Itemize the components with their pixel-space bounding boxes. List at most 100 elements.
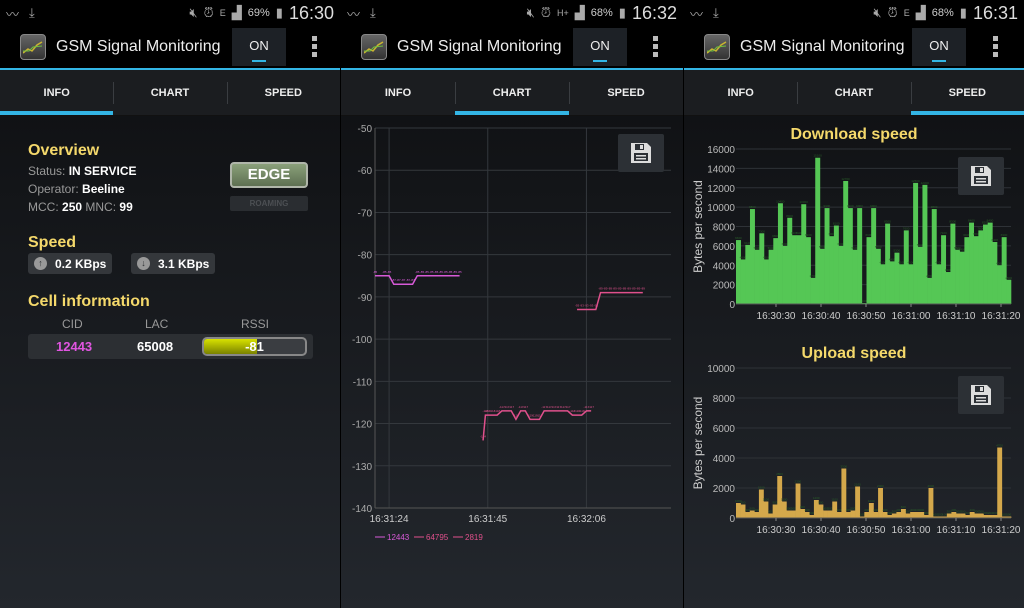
download-bar [801,204,807,304]
x-tick-label: 16:30:30 [757,525,796,536]
x-tick-label: 16:31:20 [982,525,1021,536]
save-chart-button[interactable] [618,134,664,172]
download-bar [1006,279,1012,304]
x-tick-label: 16:30:50 [847,311,886,322]
tab-chart[interactable]: CHART [113,70,226,115]
download-bar [824,208,830,304]
cid-header: CID [62,317,83,331]
tab-speed[interactable]: SPEED [569,70,683,115]
bar-value-label: 200 [992,511,997,515]
download-bar [871,208,877,304]
upload-bar [768,513,773,518]
y-tick-label: 4000 [713,454,736,465]
tab-chart[interactable]: CHART [797,70,910,115]
bar-value-label: 1000 [868,499,875,503]
y-tick-label: 2000 [713,484,736,495]
y-tick-label: -100 [352,335,372,346]
tab-info[interactable]: INFO [684,70,797,115]
download-bar [782,245,788,304]
data-point-label: -124 [480,434,486,438]
overview-title: Overview [28,142,100,159]
upload-bar [914,512,920,518]
x-tick-label: 16:31:24 [370,514,409,525]
download-bar [843,180,849,304]
operator-line: Operator: Beeline [28,182,125,196]
x-tick-label: 16:32:06 [567,514,606,525]
app-icon[interactable] [20,34,46,60]
save-download-chart-button[interactable] [958,157,1004,195]
download-notification-icon: ⤓ [29,5,35,20]
save-upload-chart-button[interactable] [958,376,1004,414]
y-axis-title: Bytes per second [691,397,705,490]
overflow-menu-icon[interactable] [993,36,999,57]
download-bar [959,251,965,304]
tab-chart[interactable]: CHART [455,70,569,115]
tab-speed[interactable]: SPEED [910,70,1024,115]
screen-chart: 〰 ⤓ 🔇︎ ⏰︎ H+ ▟ 68% ▮ 16:32 GSM Signal Mon… [341,0,683,608]
bar-value-label: 2800 [776,472,783,476]
tab-info[interactable]: INFO [341,70,455,115]
data-point-label: -118 [579,409,585,413]
app-title: GSM Signal Monitoring [397,38,562,55]
tab-speed[interactable]: SPEED [226,70,340,115]
download-bar [931,209,937,304]
download-bar [857,208,863,304]
roaming-badge: ROAMING [230,196,308,211]
overflow-menu-icon[interactable] [653,36,659,57]
y-tick-label: 12000 [707,184,735,195]
rssi-header: RSSI [241,317,270,331]
monitoring-toggle[interactable]: ON [912,28,966,66]
save-icon [971,385,991,405]
download-bar [945,272,951,304]
tab-info[interactable]: INFO [0,70,114,115]
status-bar: 〰 ⤓ 🔇︎ ⏰︎ E ▟ 68% ▮ 16:31 [684,0,1024,26]
upload-bar [795,483,801,518]
alarm-icon: ⏰︎ [540,5,551,20]
battery-icon: ▮ [275,5,283,20]
overflow-menu-icon[interactable] [312,36,318,57]
y-tick-label: -60 [358,166,373,177]
monitoring-toggle[interactable]: ON [232,28,286,66]
bar-value-label: 2100 [854,483,861,487]
network-type-icon: E [219,8,226,18]
cell-info-title: Cell information [28,293,150,310]
x-tick-label: 16:30:40 [802,525,841,536]
upload-bar [736,503,741,518]
bar-value-label: 6900 [805,233,812,237]
bar-value-label: 12300 [921,181,930,185]
download-bar [833,225,839,304]
bar-value-label: 2500 [1005,276,1012,280]
y-tick-label: 10000 [707,364,735,375]
status-value: IN SERVICE [68,164,137,178]
app-icon[interactable] [361,34,387,60]
x-tick-label: 16:30:30 [757,311,796,322]
bar-value-label: 6600 [735,236,742,240]
chart-notification-icon: 〰 [690,6,704,22]
y-tick-label: -80 [358,251,373,262]
signal-line-chart: -50-60-70-80-90-100-110-120-130-14016:31… [352,124,671,542]
monitoring-toggle[interactable]: ON [573,28,627,66]
download-bar [838,245,844,304]
network-type-icon: H+ [557,8,569,18]
bar-value-label: 1200 [813,496,820,500]
data-point-label: -85 [457,270,462,274]
app-icon[interactable] [704,34,730,60]
x-tick-label: 16:31:00 [892,311,931,322]
upload-bar [864,512,870,518]
download-bar [791,235,797,304]
upload-bar [772,504,778,518]
signal-icon: ▟ [915,5,926,20]
bar-value-label: 7300 [758,229,765,233]
download-bar [997,265,1002,304]
y-tick-label: 2000 [713,281,736,292]
download-bar [936,264,942,304]
upload-bar [905,513,911,518]
upload-speed-value: 0.2 KBps [55,256,107,271]
bar-value-label: 6400 [991,238,998,242]
download-bar [815,157,821,304]
signal-icon: ▟ [231,5,242,20]
download-bar [829,236,835,304]
download-bar [927,277,933,304]
battery-percent: 68% [931,7,954,19]
data-point-label: -118 [494,409,500,413]
